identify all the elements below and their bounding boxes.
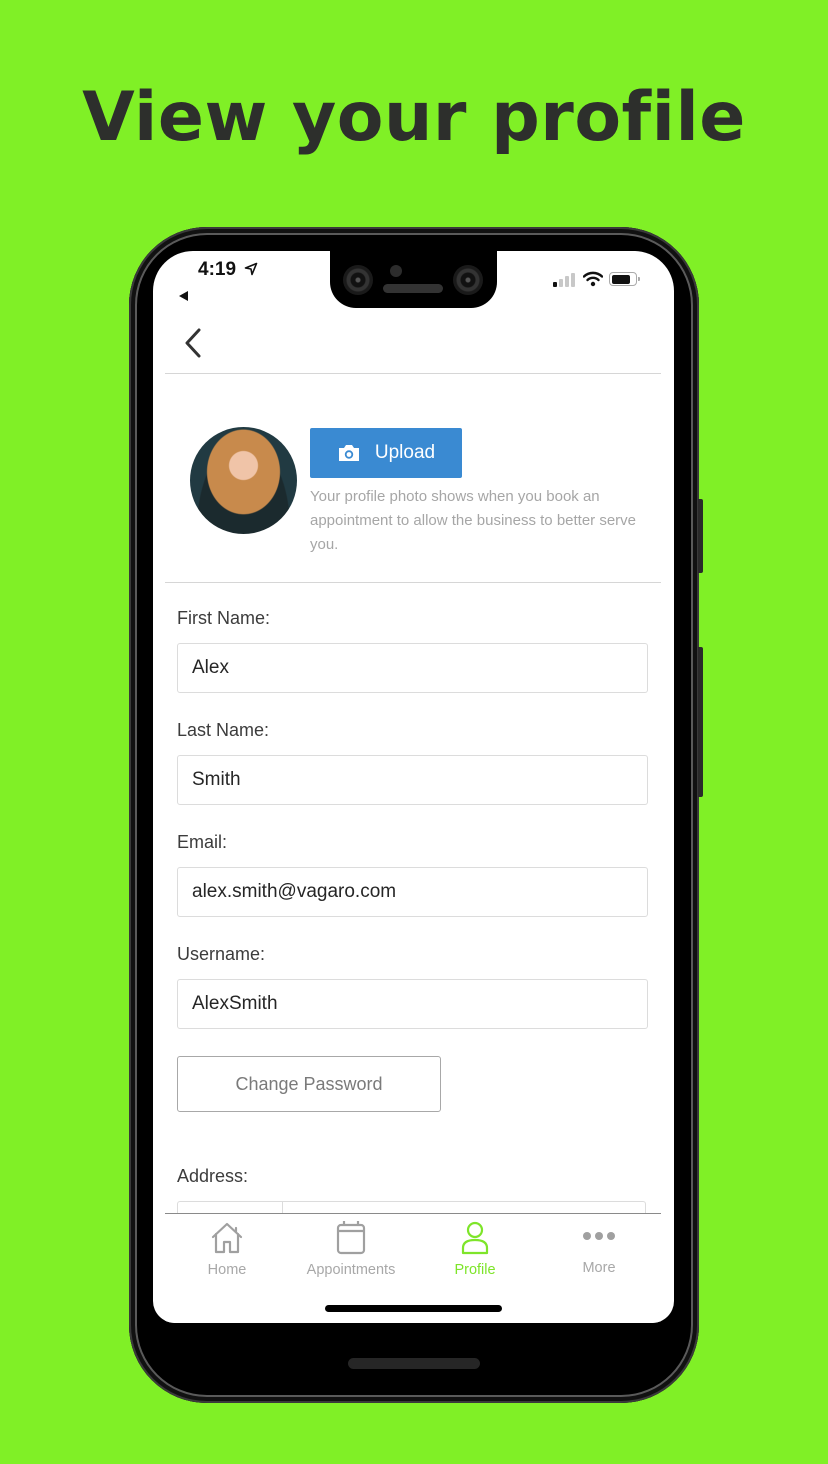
- phone-screen: 4:19 Upload Your profile photo shows whe…: [153, 251, 674, 1323]
- front-camera-icon: [343, 265, 373, 295]
- volume-button: [698, 647, 703, 797]
- tab-home-label: Home: [207, 1262, 247, 1278]
- upload-photo-button[interactable]: Upload: [310, 428, 462, 478]
- tab-home[interactable]: Home: [165, 1214, 289, 1278]
- front-camera-icon: [453, 265, 483, 295]
- person-icon: [461, 1221, 489, 1255]
- avatar[interactable]: [190, 427, 297, 534]
- last-name-field[interactable]: [177, 755, 648, 805]
- back-to-app-icon[interactable]: [179, 291, 188, 301]
- wifi-icon: [583, 271, 603, 287]
- tab-profile[interactable]: Profile: [413, 1214, 537, 1278]
- sensor-icon: [390, 265, 402, 277]
- status-time: 4:19: [198, 259, 237, 280]
- tab-more[interactable]: More: [537, 1214, 661, 1276]
- email-field[interactable]: [177, 867, 648, 917]
- camera-icon: [338, 445, 359, 461]
- upload-label: Upload: [374, 442, 436, 463]
- phone-frame: 4:19 Upload Your profile photo shows whe…: [129, 227, 703, 1403]
- location-arrow-icon: [244, 262, 258, 276]
- last-name-label: Last Name:: [177, 720, 270, 740]
- tab-more-label: More: [582, 1260, 616, 1276]
- email-label: Email:: [177, 832, 228, 852]
- camera-notch: [330, 251, 497, 308]
- tab-profile-label: Profile: [454, 1262, 496, 1278]
- headline: View your profile: [82, 78, 746, 157]
- phone-chin-speaker: [348, 1358, 480, 1369]
- nav-bar: [165, 313, 661, 374]
- photo-note: Your profile photo shows when you book a…: [310, 488, 637, 553]
- profile-form: First Name: Last Name: Email: Username: …: [177, 581, 649, 1241]
- tab-appointments[interactable]: Appointments: [289, 1214, 413, 1278]
- home-icon: [211, 1222, 243, 1254]
- earpiece-speaker: [383, 284, 443, 293]
- tab-appointments-label: Appointments: [306, 1262, 396, 1278]
- calendar-icon: [336, 1221, 366, 1255]
- power-button: [698, 499, 703, 573]
- username-label: Username:: [177, 944, 266, 964]
- more-dots-icon: [583, 1232, 615, 1240]
- profile-photo-section: Upload Your profile photo shows when you…: [165, 375, 661, 583]
- username-field[interactable]: [177, 979, 648, 1029]
- cellular-signal-icon: [553, 273, 575, 287]
- home-indicator[interactable]: [325, 1305, 502, 1312]
- battery-icon: [609, 272, 640, 286]
- change-password-button[interactable]: Change Password: [177, 1056, 441, 1112]
- first-name-label: First Name:: [177, 608, 271, 628]
- address-label: Address:: [177, 1166, 249, 1186]
- first-name-field[interactable]: [177, 643, 648, 693]
- chevron-left-icon[interactable]: [179, 325, 209, 361]
